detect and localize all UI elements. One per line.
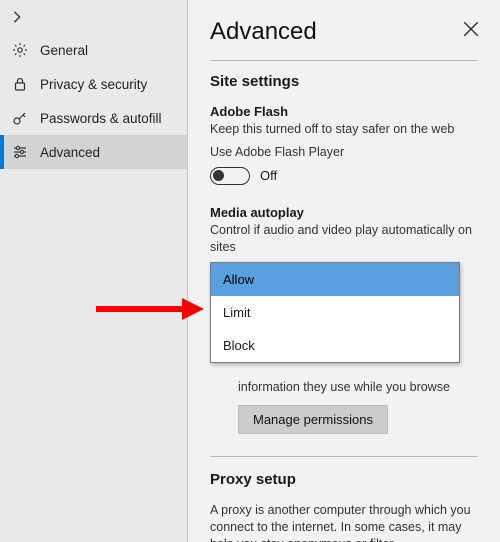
- section-heading-site-settings: Site settings: [210, 73, 478, 90]
- close-button[interactable]: [462, 20, 480, 38]
- divider: [210, 456, 478, 457]
- cookies-desc-fragment: information they use while you browse: [238, 379, 478, 396]
- gear-icon: [12, 42, 28, 58]
- autoplay-label: Media autoplay: [210, 205, 478, 220]
- settings-sidebar: General Privacy & security Passwords & a…: [0, 0, 188, 542]
- manage-permissions-button[interactable]: Manage permissions: [238, 405, 388, 434]
- toggle-knob: [213, 170, 224, 181]
- close-icon: [462, 20, 480, 38]
- autoplay-option-block[interactable]: Block: [211, 329, 459, 362]
- sidebar-item-label: Advanced: [40, 145, 100, 160]
- lock-icon: [12, 76, 28, 92]
- divider: [210, 60, 478, 61]
- sidebar-item-label: General: [40, 43, 88, 58]
- sidebar-item-general[interactable]: General: [0, 33, 187, 67]
- chevron-right-icon: [10, 10, 24, 24]
- sliders-icon: [12, 144, 28, 160]
- flash-use-label: Use Adobe Flash Player: [210, 144, 478, 161]
- autoplay-desc: Control if audio and video play automati…: [210, 222, 478, 256]
- flash-toggle[interactable]: [210, 167, 250, 185]
- section-heading-proxy: Proxy setup: [210, 471, 478, 488]
- back-button[interactable]: [0, 6, 187, 33]
- flash-desc: Keep this turned off to stay safer on th…: [210, 121, 478, 138]
- autoplay-dropdown-list: Allow Limit Block: [210, 262, 460, 363]
- autoplay-option-limit[interactable]: Limit: [211, 296, 459, 329]
- flash-label: Adobe Flash: [210, 104, 478, 119]
- page-title: Advanced: [210, 18, 478, 46]
- settings-panel: Advanced Site settings Adobe Flash Keep …: [188, 0, 500, 542]
- sidebar-item-advanced[interactable]: Advanced: [0, 135, 187, 169]
- sidebar-item-passwords[interactable]: Passwords & autofill: [0, 101, 187, 135]
- autoplay-dropdown[interactable]: Allow Limit Block: [210, 262, 478, 363]
- sidebar-item-label: Passwords & autofill: [40, 111, 162, 126]
- proxy-desc: A proxy is another computer through whic…: [210, 502, 478, 542]
- key-icon: [12, 110, 28, 126]
- flash-toggle-state: Off: [260, 168, 277, 183]
- sidebar-item-label: Privacy & security: [40, 77, 147, 92]
- sidebar-item-privacy[interactable]: Privacy & security: [0, 67, 187, 101]
- autoplay-option-allow[interactable]: Allow: [211, 263, 459, 296]
